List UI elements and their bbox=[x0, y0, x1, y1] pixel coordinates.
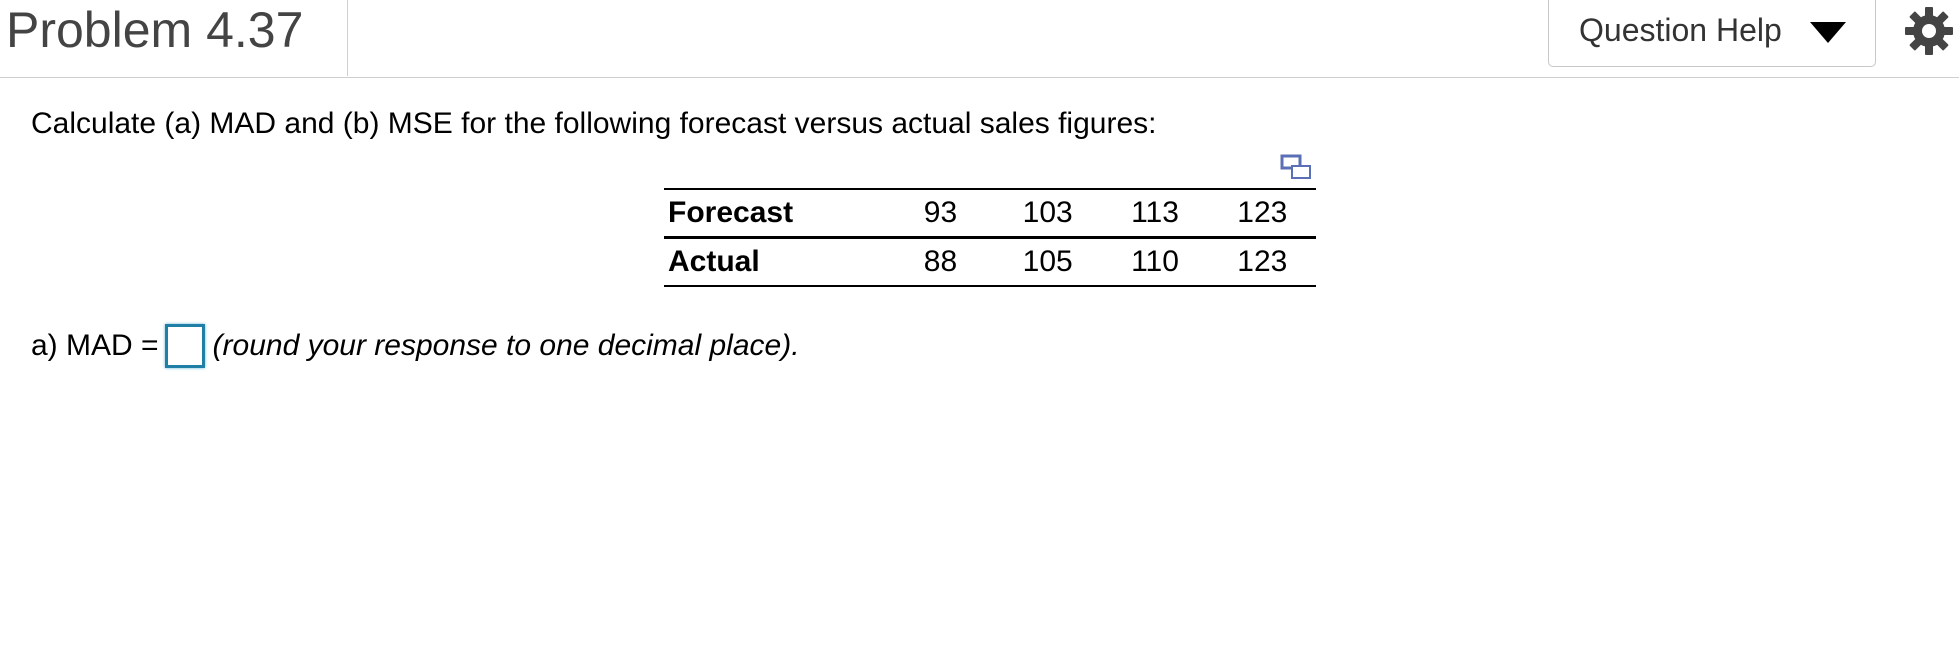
table-cell: 113 bbox=[1101, 188, 1209, 239]
table-cell: 110 bbox=[1101, 237, 1209, 287]
table-cell: 88 bbox=[886, 237, 995, 287]
caret-down-icon bbox=[1810, 22, 1846, 43]
row-label: Actual bbox=[664, 237, 887, 287]
table-cell: 123 bbox=[1208, 188, 1316, 239]
question-help-button[interactable]: Question Help bbox=[1548, 0, 1876, 67]
table-cell: 105 bbox=[994, 237, 1102, 287]
question-help-label: Question Help bbox=[1579, 12, 1782, 48]
data-table: Forecast 93 103 113 123 Actual 88 105 11… bbox=[664, 188, 1316, 287]
table-cell: 103 bbox=[994, 188, 1102, 239]
table-cell: 123 bbox=[1208, 237, 1316, 287]
popout-icon[interactable] bbox=[1280, 154, 1312, 182]
title-divider bbox=[347, 0, 348, 76]
table-row-actual: Actual 88 105 110 123 bbox=[664, 237, 1316, 287]
gear-icon[interactable] bbox=[1904, 6, 1954, 56]
rounding-hint: (round your response to one decimal plac… bbox=[212, 329, 800, 363]
answer-row: a) MAD = (round your response to one deci… bbox=[31, 320, 800, 370]
question-text: Calculate (a) MAD and (b) MSE for the fo… bbox=[31, 107, 1157, 140]
row-label: Forecast bbox=[664, 188, 887, 239]
header-bar: Problem 4.37 Question Help bbox=[0, 0, 1959, 78]
table-row-forecast: Forecast 93 103 113 123 bbox=[664, 188, 1316, 239]
mad-label: a) MAD = bbox=[31, 329, 159, 363]
table-cell: 93 bbox=[886, 188, 995, 239]
mad-answer-input[interactable] bbox=[164, 324, 205, 369]
page-title: Problem 4.37 bbox=[6, 2, 304, 58]
